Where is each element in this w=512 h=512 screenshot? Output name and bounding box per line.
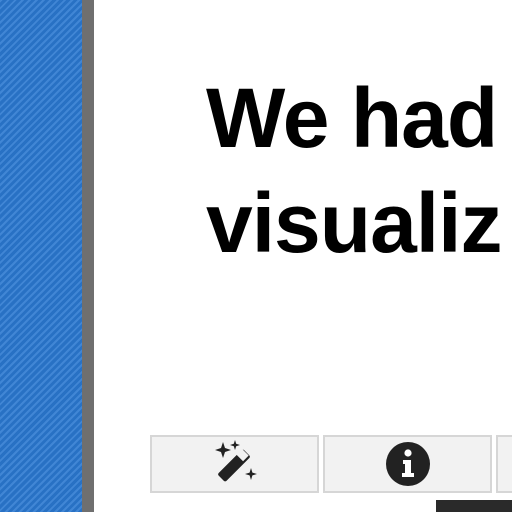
info-icon (385, 442, 430, 486)
magic-wand-icon (214, 440, 257, 482)
bottom-band (436, 500, 512, 512)
panel-divider[interactable] (82, 0, 94, 512)
slide-toolbar (150, 435, 512, 497)
info-button[interactable] (323, 435, 492, 493)
toolbar-button-3[interactable] (496, 435, 512, 493)
headline-line-2: visualiz (206, 176, 502, 270)
headline-line-1: We had (206, 71, 498, 165)
slide-content-area: We had visualiz (94, 0, 512, 512)
magic-wand-button[interactable] (150, 435, 319, 493)
left-panel-strip (0, 0, 82, 512)
slide-headline: We had visualiz (206, 66, 502, 276)
